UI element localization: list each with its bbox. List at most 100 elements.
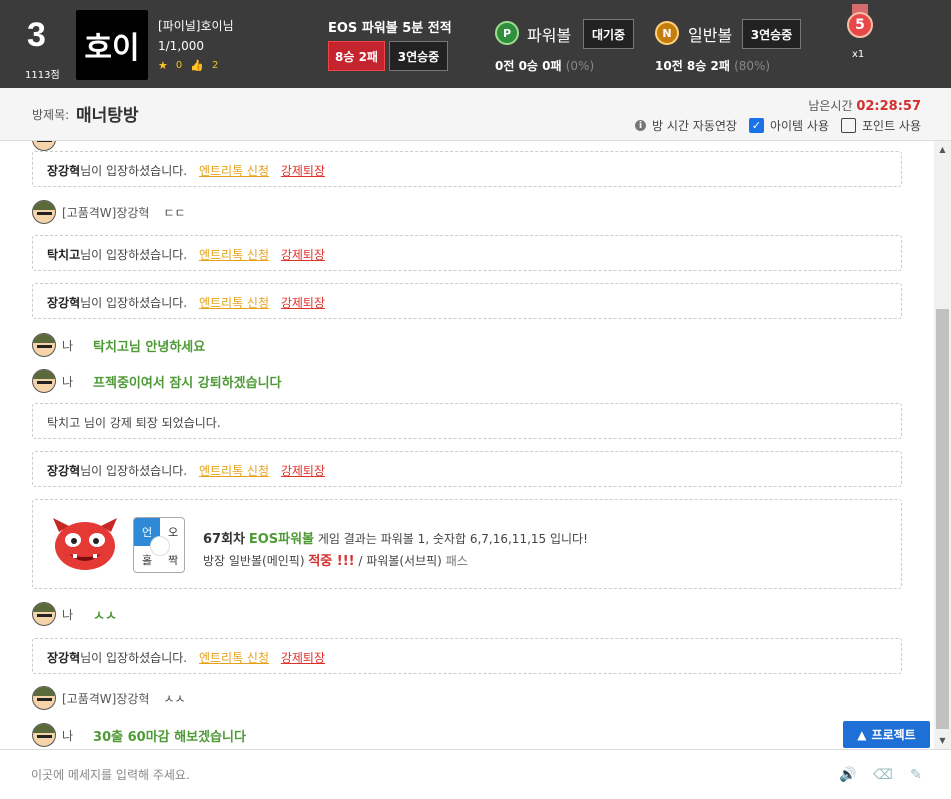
chat-message-mine: 나 탁치고님 안녕하세요 xyxy=(32,333,205,357)
entry-talk-link[interactable]: 엔트리톡 신청 xyxy=(199,296,269,310)
notice-text: 님이 입장하셨습니다. xyxy=(80,164,188,178)
entry-talk-link[interactable]: 엔트리톡 신청 xyxy=(199,464,269,478)
powerball-label: 파워볼 xyxy=(527,26,572,45)
normalball-record: 10전 8승 2패 (80%) xyxy=(655,57,770,74)
message-author: 나 xyxy=(62,728,74,743)
chat-notice: 장강혁님이 입장하셨습니다. 엔트리톡 신청 강제퇴장 xyxy=(32,451,902,487)
entry-talk-link[interactable]: 엔트리톡 신청 xyxy=(199,651,269,665)
notice-text: 님이 입장하셨습니다. xyxy=(80,248,188,262)
user-avatar[interactable]: 호이 xyxy=(76,10,148,80)
info-icon: i xyxy=(635,120,647,131)
result-pick-main: 방장 일반볼(메인픽) xyxy=(203,554,305,568)
point-use-checkbox[interactable] xyxy=(840,118,856,133)
magic-wand-icon[interactable]: ✎ xyxy=(905,765,927,785)
message-text: ㄷㄷ xyxy=(163,205,186,220)
message-text: 탁치고님 안녕하세요 xyxy=(93,339,206,355)
devil-mascot-icon xyxy=(53,518,117,570)
odd-even-grid: 언 오 홀 짝 xyxy=(133,517,185,573)
message-author: 나 xyxy=(62,374,74,389)
scroll-down-arrow-icon[interactable]: ▼ xyxy=(934,732,951,749)
chat-notice: 탁치고님이 입장하셨습니다. 엔트리톡 신청 강제퇴장 xyxy=(32,235,902,271)
entry-talk-link[interactable]: 엔트리톡 신청 xyxy=(199,164,269,178)
star-icon: ★ xyxy=(158,59,168,72)
powerball-record: 0전 0승 0패 (0%) xyxy=(495,57,594,74)
normalball-status: 3연승중 xyxy=(742,19,801,49)
notice-name[interactable]: 장강혁 xyxy=(47,651,80,665)
powerball-record-pct: (0%) xyxy=(565,59,595,73)
avatar xyxy=(32,686,56,710)
avatar xyxy=(32,602,56,626)
time-remaining-value: 02:28:57 xyxy=(856,99,921,114)
chat-notice: 탁치고 님이 강제 퇴장 되었습니다. xyxy=(32,403,902,439)
avatar xyxy=(32,333,56,357)
point-use-label[interactable]: 포인트 사용 xyxy=(862,117,921,134)
kick-link[interactable]: 강제퇴장 xyxy=(281,248,325,262)
chat-message-mine: 나 ㅅㅅ xyxy=(32,602,117,626)
scroll-up-arrow-icon[interactable]: ▲ xyxy=(934,141,951,158)
normalball-icon: N xyxy=(655,21,679,45)
result-text: 게임 결과는 파워볼 1, 숫자합 6,7,16,11,15 입니다! xyxy=(317,532,588,546)
message-input[interactable] xyxy=(31,765,811,785)
chat-message-mine: 나 30출 60마감 해보겠습니다 xyxy=(32,723,246,747)
chat-notice: 장강혁님이 입장하셨습니다. 엔트리톡 신청 강제퇴장 xyxy=(32,638,902,674)
eos-record-title: EOS 파워볼 5분 전적 xyxy=(328,21,452,36)
notice-text: 님이 입장하셨습니다. xyxy=(80,651,188,665)
normalball-record-pct: (80%) xyxy=(734,59,771,73)
normalball-record-text: 10전 8승 2패 xyxy=(655,59,730,73)
room-options: i 방 시간 자동연장 ✓ 아이템 사용 포인트 사용 xyxy=(635,117,921,134)
caret-up-icon: ▲ xyxy=(857,727,867,742)
user-name[interactable]: [파이널]호이님 xyxy=(158,17,234,34)
thumbs-up-icon: 👍 xyxy=(190,59,204,72)
kick-link[interactable]: 강제퇴장 xyxy=(281,464,325,478)
header-bar: 3 1113점 호이 [파이널]호이님 1/1,000 ★ 0 👍 2 EOS … xyxy=(0,0,951,88)
rank-number: 3 xyxy=(27,16,46,54)
result-line-2: 방장 일반볼(메인픽) 적중 !!! / 파워볼(서브픽) 패스 xyxy=(203,550,468,569)
kick-link[interactable]: 강제퇴장 xyxy=(281,164,325,178)
powerball-record-text: 0전 0승 0패 xyxy=(495,59,562,73)
room-title: 매너탕방 xyxy=(76,106,139,126)
room-bar: 방제목: 매너탕방 남은시간 02:28:57 i 방 시간 자동연장 ✓ 아이… xyxy=(0,88,951,141)
eraser-icon[interactable]: ⌫ xyxy=(872,765,894,785)
message-text: ㅅㅅ xyxy=(163,691,186,706)
result-pass: 패스 xyxy=(445,554,468,568)
result-round: 67회차 xyxy=(203,532,246,547)
notice-name[interactable]: 장강혁 xyxy=(47,464,80,478)
message-author[interactable]: [고품격W]장강혁 xyxy=(62,690,149,707)
star-count: 0 xyxy=(175,60,183,71)
time-remaining: 남은시간 02:28:57 xyxy=(808,97,921,114)
like-count: 2 xyxy=(211,60,219,71)
user-rank: 1/1,000 xyxy=(158,39,205,53)
powerball-icon: P xyxy=(495,21,519,45)
avatar xyxy=(32,141,56,151)
kick-link[interactable]: 강제퇴장 xyxy=(281,651,325,665)
eos-streak-badge: 3연승중 xyxy=(389,41,448,71)
room-title-label: 방제목: xyxy=(32,108,70,122)
item-use-label[interactable]: 아이템 사용 xyxy=(770,117,829,134)
kick-link[interactable]: 강제퇴장 xyxy=(281,296,325,310)
chat-message-partial xyxy=(32,141,56,151)
message-input-bar: 🔊 ⌫ ✎ xyxy=(0,749,951,799)
message-author[interactable]: [고품격W]장강혁 xyxy=(62,204,149,221)
chat-message-mine: 나 프젝중이여서 잠시 강퇴하겠습니다 xyxy=(32,369,282,393)
notice-name[interactable]: 장강혁 xyxy=(47,296,80,310)
notice-name[interactable]: 탁치고 xyxy=(47,248,80,262)
notice-text: 님이 입장하셨습니다. xyxy=(80,296,188,310)
auto-extend-toggle[interactable]: 방 시간 자동연장 xyxy=(652,117,737,134)
result-game: EOS파워볼 xyxy=(248,532,315,547)
eos-record-badge: 8승 2패 xyxy=(328,41,385,71)
notice-name[interactable]: 장강혁 xyxy=(47,164,80,178)
message-text: 30출 60마감 해보겠습니다 xyxy=(93,729,246,745)
notice-text: 님이 입장하셨습니다. xyxy=(80,464,188,478)
result-line-1: 67회차 EOS파워볼 게임 결과는 파워볼 1, 숫자합 6,7,16,11,… xyxy=(203,528,588,547)
item-use-checkbox[interactable]: ✓ xyxy=(748,118,764,133)
project-button[interactable]: ▲ 프로젝트 xyxy=(843,721,930,748)
chat-scrollbar[interactable]: ▲ ▼ xyxy=(934,141,951,749)
chat-notice: 장강혁님이 입장하셨습니다. 엔트리톡 신청 강제퇴장 xyxy=(32,151,902,187)
avatar xyxy=(32,369,56,393)
avatar xyxy=(32,723,56,747)
scrollbar-thumb[interactable] xyxy=(936,309,949,729)
speaker-icon[interactable]: 🔊 xyxy=(837,765,859,785)
entry-talk-link[interactable]: 엔트리톡 신청 xyxy=(199,248,269,262)
medal-icon: 5 xyxy=(847,4,873,44)
message-text: 프젝중이여서 잠시 강퇴하겠습니다 xyxy=(93,375,282,391)
